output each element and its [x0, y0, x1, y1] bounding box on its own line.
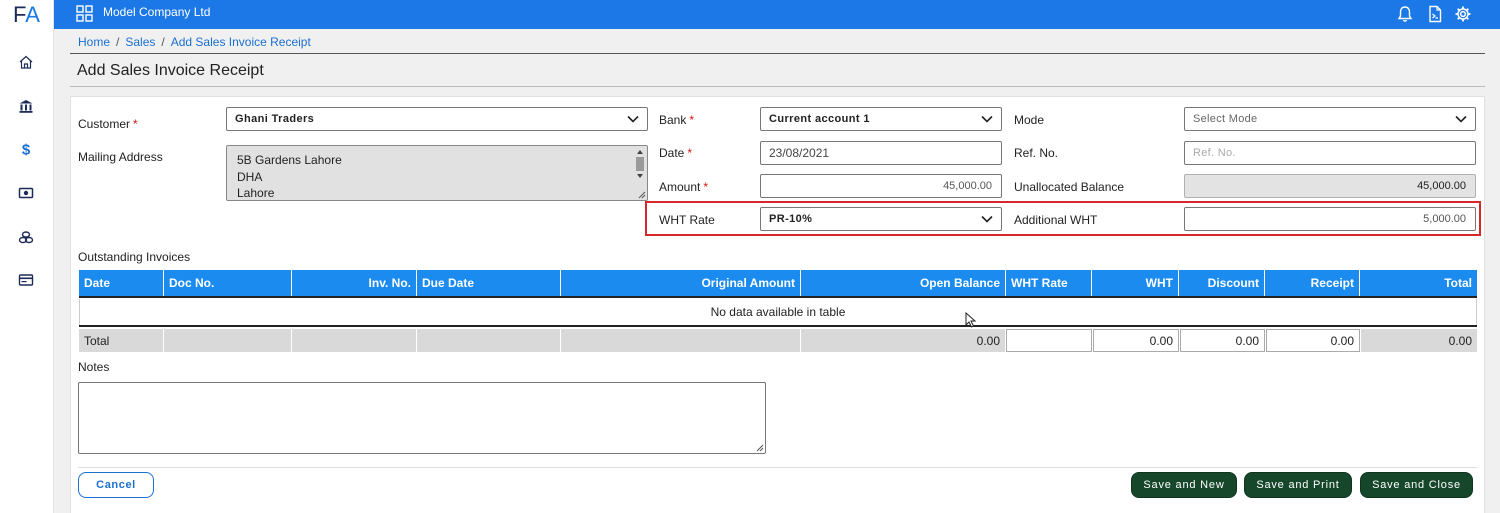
customer-select-value: Ghani Traders — [235, 113, 315, 125]
mailing-address-field[interactable]: 5B Gardens Lahore DHA Lahore — [226, 145, 648, 201]
card-icon[interactable] — [15, 270, 37, 290]
customer-label: Customer * — [78, 117, 138, 131]
breadcrumb-home[interactable]: Home — [78, 35, 110, 49]
col-total[interactable]: Total — [1360, 270, 1477, 296]
breadcrumb-current[interactable]: Add Sales Invoice Receipt — [171, 35, 311, 49]
footer-cell — [417, 329, 560, 352]
col-wht-rate[interactable]: WHT Rate — [1006, 270, 1092, 296]
document-icon[interactable] — [1426, 5, 1444, 23]
footer-cell — [292, 329, 416, 352]
page-title: Add Sales Invoice Receipt — [77, 62, 264, 79]
col-open-balance[interactable]: Open Balance — [801, 270, 1006, 296]
mouse-cursor-icon — [965, 312, 977, 328]
mode-select-placeholder: Select Mode — [1193, 113, 1258, 125]
mode-label: Mode — [1014, 113, 1045, 127]
company-name[interactable]: Model Company Ltd — [103, 5, 210, 19]
scrollbar[interactable] — [635, 148, 645, 190]
wht-highlight-box — [645, 201, 1481, 236]
cancel-button[interactable]: Cancel — [78, 472, 154, 498]
save-and-print-button[interactable]: Save and Print — [1244, 472, 1352, 498]
chevron-down-icon — [1455, 115, 1467, 123]
home-icon[interactable] — [15, 52, 37, 72]
cash-icon[interactable] — [15, 183, 37, 203]
bell-icon[interactable] — [1396, 5, 1414, 23]
amount-label: Amount * — [659, 180, 709, 194]
footer-wht-rate — [1006, 329, 1092, 352]
col-inv-no[interactable]: Inv. No. — [292, 270, 417, 296]
col-original-amount[interactable]: Original Amount — [561, 270, 801, 296]
address-line: DHA — [237, 169, 263, 184]
table-header: Date Doc No. Inv. No. Due Date Original … — [79, 270, 1477, 298]
footer-total: 0.00 — [1361, 329, 1477, 352]
footer-discount: 0.00 — [1180, 329, 1265, 352]
col-doc-no[interactable]: Doc No. — [164, 270, 292, 296]
address-line: Lahore — [237, 186, 275, 200]
top-bar: Model Company Ltd — [54, 0, 1500, 29]
bank-select[interactable]: Current account 1 — [760, 107, 1002, 131]
mode-select[interactable]: Select Mode — [1184, 107, 1476, 131]
col-wht[interactable]: WHT — [1092, 270, 1179, 296]
footer-open-balance: 0.00 — [801, 329, 1005, 352]
left-rail: FA $ — [0, 0, 54, 513]
col-due-date[interactable]: Due Date — [417, 270, 561, 296]
date-field[interactable]: 23/08/2021 — [760, 141, 1002, 165]
address-line: 5B Gardens Lahore — [237, 153, 342, 167]
coins-icon[interactable] — [15, 227, 37, 247]
table-footer: Total 0.00 0.00 0.00 0.00 0.00 — [79, 325, 1477, 352]
gear-icon[interactable] — [1454, 5, 1472, 23]
ref-no-label: Ref. No. — [1014, 146, 1059, 160]
divider — [70, 53, 1485, 54]
customer-select[interactable]: Ghani Traders — [226, 107, 648, 131]
apps-grid-icon[interactable] — [76, 5, 93, 22]
breadcrumb-sales[interactable]: Sales — [125, 35, 155, 49]
bank-icon[interactable] — [15, 96, 37, 116]
footer-total-label: Total — [79, 329, 163, 352]
footer-wht: 0.00 — [1093, 329, 1179, 352]
outstanding-invoices-title: Outstanding Invoices — [78, 250, 191, 264]
bank-label: Bank * — [659, 113, 695, 127]
unallocated-balance-value: 45,000.00 — [1184, 174, 1476, 198]
amount-field[interactable]: 45,000.00 — [760, 174, 1002, 198]
ref-no-field[interactable]: Ref. No. — [1184, 141, 1476, 165]
notes-label: Notes — [78, 360, 110, 374]
save-and-close-button[interactable]: Save and Close — [1360, 472, 1473, 498]
bank-select-value: Current account 1 — [769, 113, 870, 125]
no-data-message: No data available in table — [79, 299, 1477, 325]
save-and-new-button[interactable]: Save and New — [1131, 472, 1237, 498]
divider — [78, 467, 1477, 468]
breadcrumb: Home / Sales / Add Sales Invoice Receipt — [78, 35, 311, 49]
footer-cell — [164, 329, 291, 352]
date-label: Date * — [659, 146, 693, 160]
mailing-address-label: Mailing Address — [78, 150, 163, 164]
divider — [70, 86, 1485, 87]
unallocated-balance-label: Unallocated Balance — [1014, 180, 1125, 194]
dollar-icon[interactable]: $ — [15, 139, 37, 159]
svg-text:$: $ — [22, 142, 31, 158]
notes-field[interactable] — [78, 382, 766, 454]
col-receipt[interactable]: Receipt — [1265, 270, 1360, 296]
chevron-down-icon — [627, 115, 639, 123]
resize-grip-icon[interactable] — [638, 191, 646, 199]
resize-grip-icon[interactable] — [756, 444, 764, 452]
col-discount[interactable]: Discount — [1179, 270, 1265, 296]
app-logo[interactable]: FA — [13, 2, 40, 28]
col-date[interactable]: Date — [79, 270, 164, 296]
footer-cell — [561, 329, 800, 352]
chevron-down-icon — [981, 115, 993, 123]
footer-receipt: 0.00 — [1266, 329, 1360, 352]
